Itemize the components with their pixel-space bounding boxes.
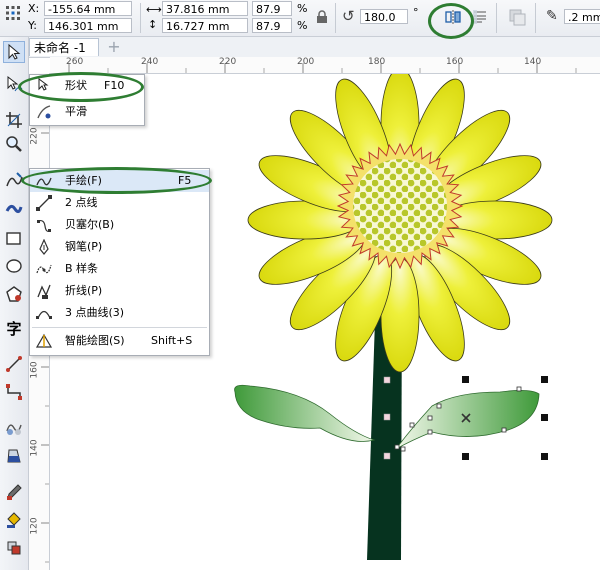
h-ruler-label: 200 <box>297 57 315 67</box>
interactive-fill-tool-icon[interactable] <box>3 509 25 531</box>
smart-fill-tool-icon[interactable] <box>3 537 25 559</box>
menu-divider <box>32 327 207 328</box>
property-bar: X: -155.64 mm Y: 146.301 mm ⟷ 37.816 mm … <box>0 0 600 37</box>
document-tab[interactable]: 未命名 -1 <box>29 38 99 56</box>
highlight-ring-mirror <box>428 3 474 39</box>
outline-pen-icon[interactable]: ✎ <box>546 8 558 24</box>
b-spline-icon <box>36 261 52 277</box>
menu-item-smooth[interactable]: 平滑 <box>30 101 144 123</box>
to-curves-icon[interactable] <box>508 8 526 26</box>
add-tab-button[interactable]: + <box>104 39 124 55</box>
highlight-ring-freehand <box>21 167 212 194</box>
menu-item-label: 折线(P) <box>65 284 103 297</box>
scale-y-field[interactable]: 87.9 <box>252 18 292 33</box>
menu-item-pen[interactable]: 钢笔(P) <box>30 236 209 258</box>
v-ruler-label: 160 <box>29 361 40 379</box>
v-ruler-label: 140 <box>29 439 40 457</box>
menu-item-label: 平滑 <box>65 105 87 118</box>
menu-item-label: 3 点曲线(3) <box>65 306 125 319</box>
lock-ratio-icon[interactable] <box>316 10 328 24</box>
transparency-tool-icon[interactable] <box>3 445 25 467</box>
polygon-tool-icon[interactable] <box>3 283 25 305</box>
flower-center <box>353 159 447 253</box>
dimension-tool-icon[interactable] <box>3 353 25 375</box>
ellipse-tool-icon[interactable] <box>3 255 25 277</box>
menu-item-shortcut: Shift+S <box>151 334 193 347</box>
menu-item-label: 钢笔(P) <box>65 240 103 253</box>
pen-icon <box>36 238 52 255</box>
text-tool-glyph: 字 <box>6 319 22 338</box>
h-ruler-label: 240 <box>141 57 159 67</box>
eyedropper-tool-icon[interactable] <box>3 481 25 503</box>
toolbox: 字 <box>0 37 29 570</box>
scale-x-field[interactable]: 87.9 <box>252 1 292 16</box>
height-field[interactable]: 16.727 mm <box>162 18 248 33</box>
horizontal-ruler[interactable]: 260 240 220 200 180 160 140 <box>50 57 600 74</box>
h-ruler-label: 220 <box>219 57 237 67</box>
menu-item-polyline[interactable]: 折线(P) <box>30 280 209 302</box>
smooth-tool-icon <box>36 104 52 120</box>
h-ruler-label: 160 <box>446 57 464 67</box>
smart-drawing-icon <box>35 333 53 349</box>
menu-item-label: 智能绘图(S) <box>65 334 125 347</box>
h-ruler-label: 140 <box>524 57 542 67</box>
percent-y-label: % <box>297 19 308 32</box>
crop-tool-icon[interactable] <box>3 109 25 131</box>
rectangle-tool-icon[interactable] <box>3 227 25 249</box>
h-ruler-label: 180 <box>368 57 386 67</box>
two-point-line-icon <box>36 195 52 211</box>
left-leaf <box>234 384 376 442</box>
x-label: X: <box>28 2 40 15</box>
menu-item-b-spline[interactable]: B 样条 <box>30 258 209 280</box>
menu-item-label: 2 点线 <box>65 196 98 209</box>
percent-x-label: % <box>297 2 308 15</box>
text-tool-icon[interactable]: 字 <box>3 317 25 339</box>
menu-item-bezier[interactable]: 贝塞尔(B) <box>30 214 209 236</box>
x-position-field[interactable]: -155.64 mm <box>44 1 132 16</box>
highlight-ring-shape <box>18 72 144 102</box>
artistic-media-tool-icon[interactable] <box>3 197 25 219</box>
object-origin-icon[interactable] <box>6 6 20 20</box>
menu-item-2-point-line[interactable]: 2 点线 <box>30 192 209 214</box>
h-ruler-label: 260 <box>66 57 84 67</box>
v-ruler-label: 220 <box>29 127 40 145</box>
rotation-angle-field[interactable]: 180.0 <box>360 9 408 24</box>
height-icon: ↕ <box>148 18 158 31</box>
zoom-tool-icon[interactable] <box>3 133 25 155</box>
polyline-icon <box>36 283 52 299</box>
menu-item-label: 贝塞尔(B) <box>65 218 115 231</box>
pick-tool-icon[interactable] <box>3 41 25 63</box>
width-field[interactable]: 37.816 mm <box>162 1 248 16</box>
y-position-field[interactable]: 146.301 mm <box>44 18 132 33</box>
three-point-curve-icon <box>36 305 52 321</box>
width-icon: ⟷ <box>146 3 162 16</box>
rotate-icon: ↺ <box>342 7 355 25</box>
v-ruler-label: 120 <box>29 517 40 535</box>
mirror-vertical-icon[interactable] <box>472 9 488 25</box>
connector-tool-icon[interactable] <box>3 381 25 403</box>
degree-label: ° <box>413 6 419 19</box>
y-label: Y: <box>28 19 37 32</box>
bezier-icon <box>36 217 52 233</box>
menu-item-smart-drawing[interactable]: 智能绘图(S) Shift+S <box>30 330 209 352</box>
menu-item-3-point-curve[interactable]: 3 点曲线(3) <box>30 302 209 324</box>
freehand-tool-flyout: 手绘(F) F5 2 点线 贝塞尔(B) 钢笔(P) B 样条 折线(P) 3 … <box>29 168 210 356</box>
blend-tool-icon[interactable] <box>3 417 25 439</box>
outline-width-field[interactable]: .2 mm <box>564 9 600 24</box>
menu-item-label: B 样条 <box>65 262 99 275</box>
